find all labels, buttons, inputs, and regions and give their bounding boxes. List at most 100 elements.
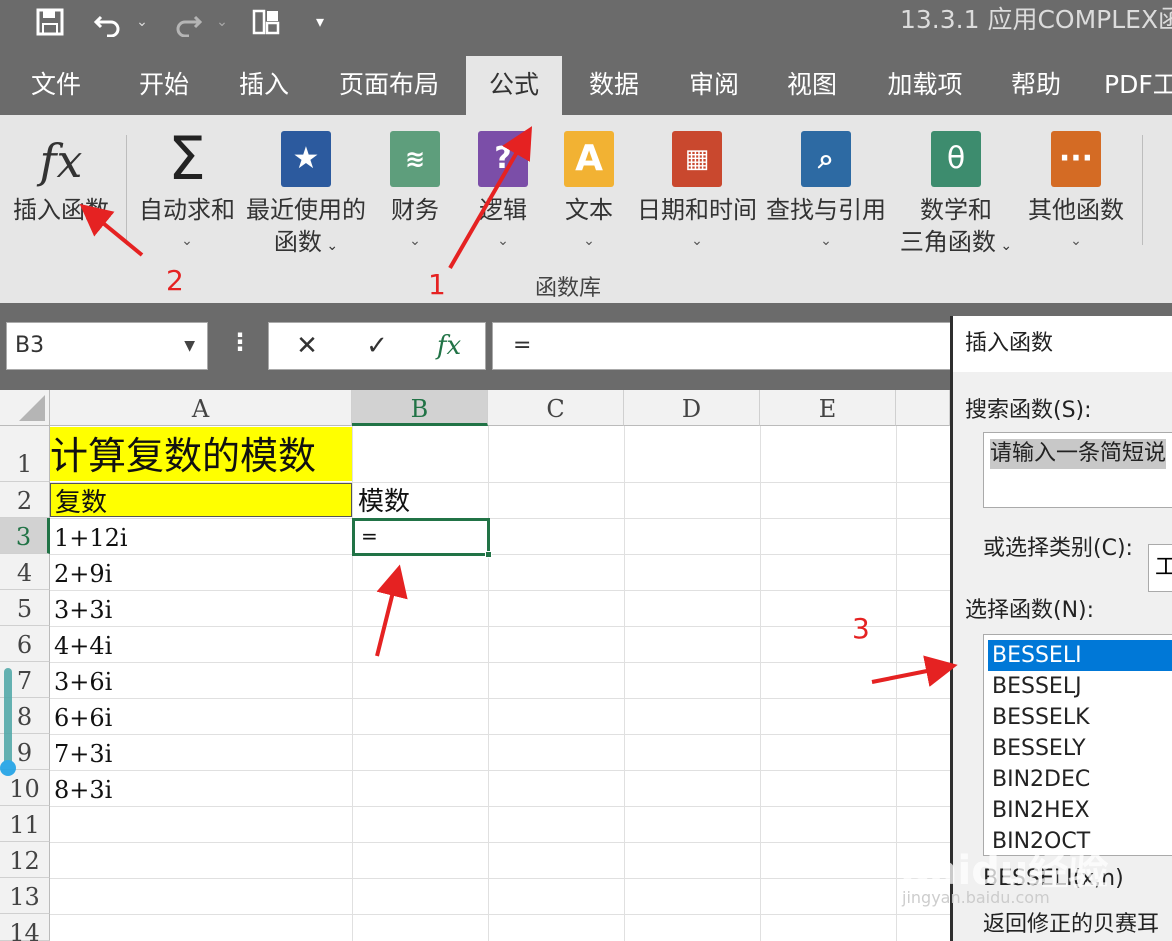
cancel-icon[interactable]: ✕ [277, 323, 337, 369]
function-item[interactable]: BIN2DEC [988, 764, 1172, 795]
slider-knob[interactable] [0, 760, 16, 776]
tab-data[interactable]: 数据 [568, 56, 660, 115]
formula-buttons: ✕ ✓ fx [268, 322, 486, 370]
search-placeholder: 请输入一条简短说 [990, 439, 1167, 469]
zoom-slider[interactable] [0, 668, 16, 776]
magnifier-book-icon: ⌕ [801, 131, 851, 187]
function-description: 返回修正的贝赛耳 [983, 912, 1160, 937]
tab-review[interactable]: 审阅 [668, 56, 760, 115]
sigma-icon: Σ [168, 124, 206, 194]
function-list[interactable]: BESSELI BESSELJ BESSELK BESSELY BIN2DEC … [983, 634, 1172, 856]
undo-icon[interactable] [88, 4, 128, 40]
title-bar: ⌄ ⌄ ▾ 13.3.1 应用COMPLEX函 [0, 0, 1172, 52]
chevron-down-icon: ⌄ [820, 233, 832, 249]
tab-home[interactable]: 开始 [118, 56, 210, 115]
function-item[interactable]: BESSELJ [988, 671, 1172, 702]
cell-complex[interactable]: 8+3i [50, 770, 112, 810]
tab-page-layout[interactable]: 页面布局 [326, 56, 452, 115]
column-header-d[interactable]: D [624, 390, 760, 426]
cell-complex[interactable]: 2+9i [50, 554, 112, 594]
cell-complex[interactable]: 1+12i [50, 518, 128, 558]
function-library-label: 函数库 [535, 276, 602, 301]
search-label: 搜索函数(S): [965, 398, 1092, 423]
ribbon-tabs: 文件 开始 插入 页面布局 公式 数据 审阅 视图 加载项 帮助 PDF工 [0, 52, 1172, 115]
annotation-3: 3 [852, 612, 870, 645]
cell-b3-value: = [361, 524, 378, 548]
cell-complex[interactable]: 7+3i [50, 734, 112, 774]
annotation-2: 2 [166, 264, 184, 297]
logical-button[interactable]: ? 逻辑 ⌄ [466, 115, 540, 275]
cell-a2-header[interactable]: 复数 [50, 483, 352, 518]
cell-b2-header[interactable]: 模数 [354, 483, 410, 521]
row-header[interactable]: 3 [0, 518, 50, 554]
math-trig-button[interactable]: θ 数学和 三角函数 ⌄ [894, 115, 1018, 275]
column-header-f[interactable] [896, 390, 950, 426]
name-box[interactable]: B3 ▼ [6, 322, 208, 370]
function-item[interactable]: BESSELY [988, 733, 1172, 764]
date-time-button[interactable]: ▦ 日期和时间 ⌄ [636, 115, 758, 275]
enter-check-icon[interactable]: ✓ [347, 323, 407, 369]
function-item-selected[interactable]: BESSELI [988, 640, 1172, 671]
layout-icon[interactable] [246, 4, 286, 40]
cell-complex[interactable]: 6+6i [50, 698, 112, 738]
undo-dropdown-icon[interactable]: ⌄ [134, 4, 150, 40]
column-header-c[interactable]: C [488, 390, 624, 426]
redo-dropdown-icon: ⌄ [216, 14, 228, 30]
customize-icon[interactable]: ▾ [310, 4, 330, 40]
row-header[interactable]: 1 [0, 426, 50, 482]
tab-view[interactable]: 视图 [766, 56, 858, 115]
formula-bar-grip-icon[interactable]: ⋮ [228, 328, 252, 356]
financial-button[interactable]: ≋ 财务 ⌄ [378, 115, 452, 275]
column-header-a[interactable]: A [50, 390, 352, 426]
cell-complex[interactable]: 3+6i [50, 662, 112, 702]
more-book-icon: ··· [1051, 131, 1101, 187]
other-functions-button[interactable]: ··· 其他函数 ⌄ [1024, 115, 1128, 275]
tab-formulas[interactable]: 公式 [466, 56, 562, 115]
row-header[interactable]: 6 [0, 626, 50, 662]
document-title: 13.3.1 应用COMPLEX函 [900, 5, 1172, 34]
category-select[interactable]: 工 [1148, 544, 1172, 592]
column-header-e[interactable]: E [760, 390, 896, 426]
cell-complex[interactable]: 3+3i [50, 590, 112, 630]
insert-function-button[interactable]: fx 插入函数 [6, 115, 116, 275]
chevron-down-icon: ⌄ [583, 233, 595, 249]
text-button[interactable]: A 文本 ⌄ [552, 115, 626, 275]
chevron-down-icon: ⌄ [181, 233, 193, 249]
dialog-title: 插入函数 [953, 316, 1172, 372]
cell-complex[interactable]: 4+4i [50, 626, 112, 666]
search-input[interactable]: 请输入一条简短说 [983, 432, 1172, 508]
row-header[interactable]: 5 [0, 590, 50, 626]
lookup-reference-button[interactable]: ⌕ 查找与引用 ⌄ [764, 115, 888, 275]
chevron-down-icon: ⌄ [691, 233, 703, 249]
row-header[interactable]: 11 [0, 806, 50, 842]
tab-help[interactable]: 帮助 [990, 56, 1082, 115]
category-label: 或选择类别(C): [983, 536, 1133, 561]
coins-icon: ≋ [390, 131, 440, 187]
ribbon-separator [126, 135, 127, 245]
insert-function-icon[interactable]: fx [419, 323, 479, 369]
formula-input[interactable]: = [492, 322, 962, 370]
active-cell-b3[interactable]: = [352, 518, 492, 558]
column-header-b[interactable]: B [352, 390, 488, 426]
row-header[interactable]: 12 [0, 842, 50, 878]
dropdown-arrow-icon[interactable]: ▼ [184, 323, 195, 369]
row-header[interactable]: 14 [0, 914, 50, 941]
ribbon-separator [1142, 135, 1143, 245]
calendar-icon: ▦ [672, 131, 722, 187]
recent-functions-button[interactable]: ★ 最近使用的 函数 ⌄ [244, 115, 368, 275]
function-item[interactable]: BESSELK [988, 702, 1172, 733]
fx-icon: fx [39, 134, 83, 188]
tab-file[interactable]: 文件 [8, 56, 104, 115]
tab-addins[interactable]: 加载项 [874, 56, 976, 115]
row-header[interactable]: 4 [0, 554, 50, 590]
tab-insert[interactable]: 插入 [218, 56, 310, 115]
select-all-button[interactable] [0, 390, 50, 426]
save-icon[interactable] [30, 4, 70, 40]
fill-handle[interactable] [485, 551, 492, 558]
row-header[interactable]: 2 [0, 482, 50, 518]
row-header[interactable]: 13 [0, 878, 50, 914]
cell-a1-title[interactable]: 计算复数的模数 [50, 427, 352, 481]
tab-pdf[interactable]: PDF工 [1104, 56, 1172, 115]
autosum-button[interactable]: Σ 自动求和 ⌄ [136, 115, 238, 275]
function-item[interactable]: BIN2HEX [988, 795, 1172, 826]
